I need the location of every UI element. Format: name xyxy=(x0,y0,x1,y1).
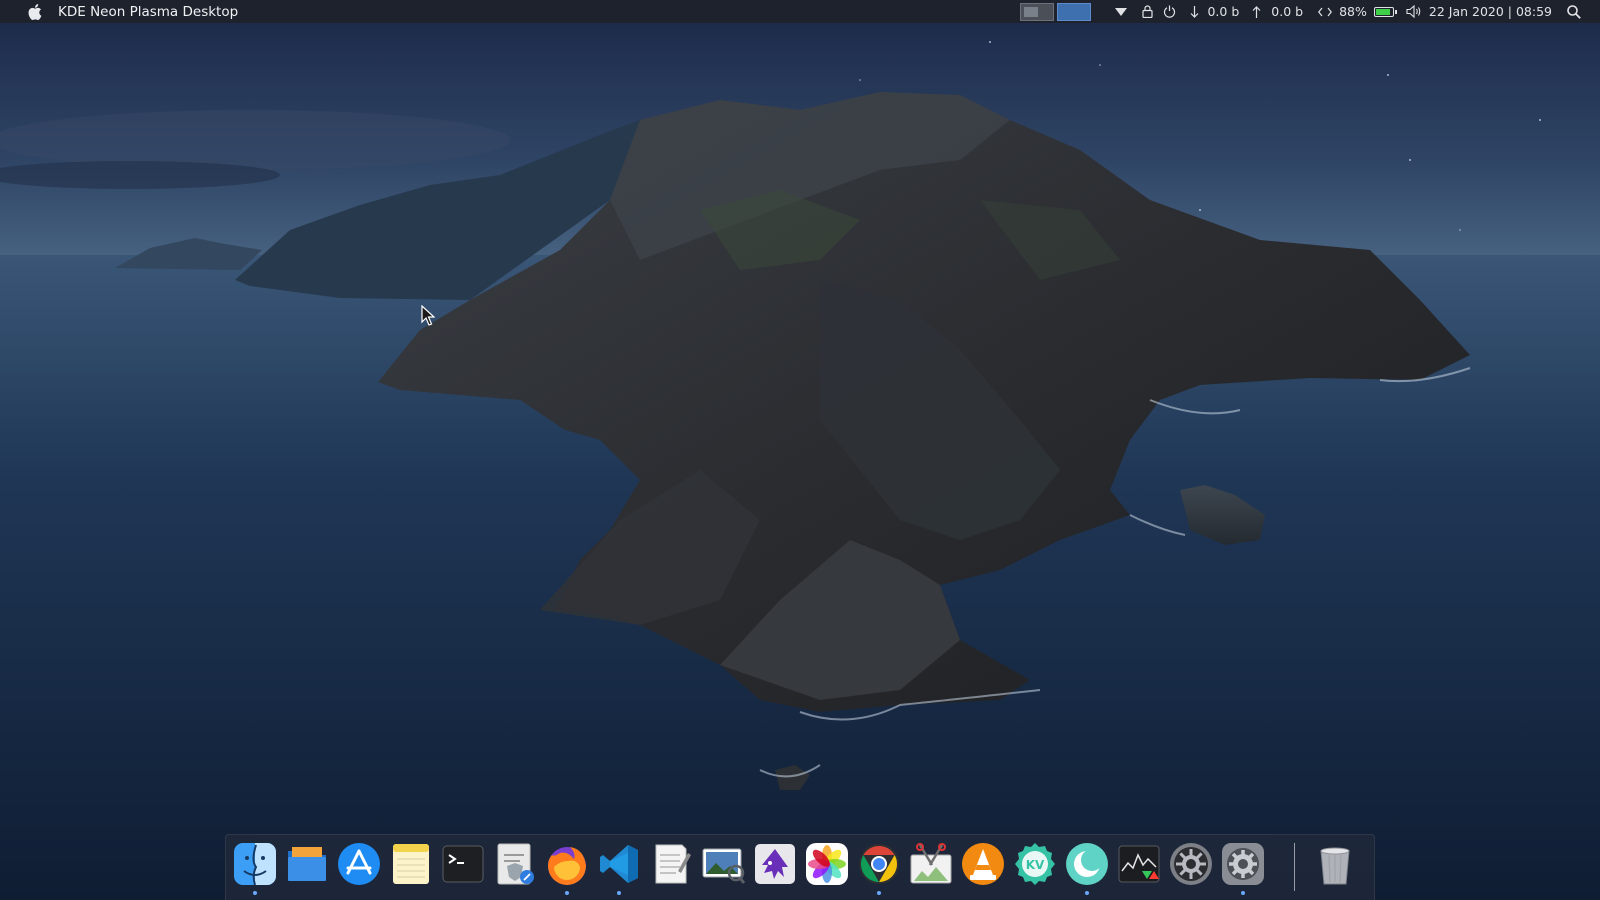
top-panel: KDE Neon Plasma Desktop 0.0 b 0.0 b 88% xyxy=(0,0,1600,23)
inkscape-icon xyxy=(755,844,795,884)
dock-item-files[interactable] xyxy=(284,841,330,891)
dock-item-script-editor[interactable] xyxy=(492,841,538,891)
network-up-rate: 0.0 b xyxy=(1271,4,1304,19)
files-folder-icon xyxy=(288,847,326,881)
virtual-desktop-1[interactable] xyxy=(1020,3,1054,21)
dock-item-finder[interactable] xyxy=(232,841,278,895)
power-icon[interactable] xyxy=(1161,0,1177,23)
dock-item-text-editor[interactable] xyxy=(648,841,694,891)
image-viewer-icon xyxy=(702,848,746,884)
running-indicator xyxy=(617,891,621,895)
text-editor-icon xyxy=(655,844,691,884)
script-editor-icon xyxy=(497,843,534,885)
dock-item-vscode[interactable] xyxy=(596,841,642,895)
finder-icon xyxy=(234,843,276,886)
app-store-icon xyxy=(338,843,380,885)
battery-icon[interactable] xyxy=(1371,0,1397,23)
system-preferences-icon xyxy=(1222,843,1264,885)
dock-item-chrome[interactable] xyxy=(856,841,902,895)
chrome-icon xyxy=(859,844,899,884)
dock-item-firefox[interactable] xyxy=(544,841,590,895)
active-app-title: KDE Neon Plasma Desktop xyxy=(58,3,239,20)
virtual-desktop-2[interactable] xyxy=(1057,3,1091,21)
dock-item-night-color[interactable] xyxy=(1064,841,1110,895)
dock-item-terminal[interactable] xyxy=(440,841,486,891)
tray-expand-icon[interactable] xyxy=(1113,0,1129,23)
screenshot-tool-icon xyxy=(910,843,952,884)
kvantum-icon: KV xyxy=(1015,843,1055,885)
dock-item-app-store[interactable] xyxy=(336,841,382,891)
dock-item-inkscape[interactable] xyxy=(752,841,798,891)
dock-item-notes[interactable] xyxy=(388,841,434,891)
running-indicator xyxy=(253,891,257,895)
dock-item-kvantum[interactable]: KV xyxy=(1012,841,1058,891)
svg-text:KV: KV xyxy=(1026,858,1045,872)
network-down-rate: 0.0 b xyxy=(1207,4,1240,19)
running-indicator xyxy=(1241,891,1245,895)
dock: KV xyxy=(225,834,1375,900)
running-indicator xyxy=(565,891,569,895)
upload-arrow-icon xyxy=(1249,0,1263,23)
running-indicator xyxy=(877,891,881,895)
battery-percentage: 88% xyxy=(1339,4,1367,19)
terminal-icon xyxy=(442,845,484,883)
notes-icon xyxy=(393,844,429,884)
dock-item-image-viewer[interactable] xyxy=(700,841,746,891)
trash-icon xyxy=(1320,847,1350,885)
desktop-wallpaper xyxy=(0,0,1600,900)
network-connection-icon[interactable] xyxy=(1317,0,1333,23)
lock-icon[interactable] xyxy=(1139,0,1155,23)
dock-item-system-preferences[interactable] xyxy=(1220,841,1266,895)
system-tray: 0.0 b 0.0 b 88% 22 Jan 2020 | 08:59 xyxy=(1113,0,1600,23)
system-settings-icon xyxy=(1170,843,1212,885)
virtual-desktop-pager[interactable] xyxy=(1020,3,1091,21)
volume-icon[interactable] xyxy=(1405,0,1423,23)
vlc-icon xyxy=(962,843,1004,885)
firefox-icon xyxy=(548,847,586,885)
vscode-icon xyxy=(600,845,638,883)
photos-icon xyxy=(806,843,848,885)
dock-item-photos[interactable] xyxy=(804,841,850,891)
night-color-icon xyxy=(1066,843,1108,885)
dock-item-trash[interactable] xyxy=(1312,841,1358,891)
dock-item-system-settings[interactable] xyxy=(1168,841,1214,891)
dock-item-screenshot-tool[interactable] xyxy=(908,841,954,891)
download-arrow-icon xyxy=(1187,0,1201,23)
system-monitor-icon xyxy=(1118,845,1160,883)
mouse-cursor-icon xyxy=(421,304,436,327)
dock-item-vlc[interactable] xyxy=(960,841,1006,891)
dock-item-system-monitor[interactable] xyxy=(1116,841,1162,891)
running-indicator xyxy=(1085,891,1089,895)
search-icon[interactable] xyxy=(1566,0,1582,23)
clock-datetime[interactable]: 22 Jan 2020 | 08:59 xyxy=(1429,0,1552,23)
dock-separator xyxy=(1294,843,1295,891)
apple-icon[interactable] xyxy=(24,3,46,20)
